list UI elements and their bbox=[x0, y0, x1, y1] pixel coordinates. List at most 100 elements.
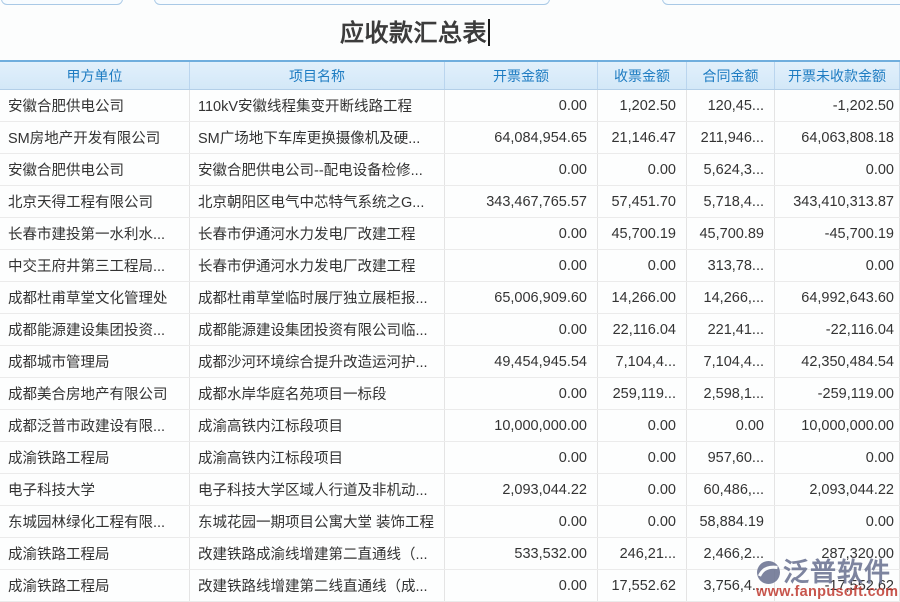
cell-invoiced-amount: 343,467,765.57 bbox=[445, 186, 598, 217]
cell-invoiced-amount: 64,084,954.65 bbox=[445, 122, 598, 153]
table-row[interactable]: 成都杜甫草堂文化管理处成都杜甫草堂临时展厅独立展柜报...65,006,909.… bbox=[0, 282, 900, 314]
cell-invoiced-amount: 49,454,945.54 bbox=[445, 346, 598, 377]
cell-project-name: 东城花园一期项目公寓大堂 装饰工程 bbox=[190, 506, 445, 537]
table-row[interactable]: 北京天得工程有限公司北京朝阳区电气中芯特气系统之G...343,467,765.… bbox=[0, 186, 900, 218]
cell-invoiced-unpaid-amount: 0.00 bbox=[775, 442, 900, 473]
cell-contract-amount: 5,718,4... bbox=[687, 186, 775, 217]
cell-receipt-amount: 1,202.50 bbox=[598, 90, 687, 121]
column-header-contract-amount[interactable]: 合同金额 bbox=[687, 62, 775, 89]
table-row[interactable]: 成渝铁路工程局改建铁路成渝线增建第二直通线（...533,532.00246,2… bbox=[0, 538, 900, 570]
cell-invoiced-amount: 0.00 bbox=[445, 314, 598, 345]
cell-receipt-amount: 14,266.00 bbox=[598, 282, 687, 313]
cell-invoiced-unpaid-amount: -1,202.50 bbox=[775, 90, 900, 121]
cell-project-name: 改建铁路成渝线增建第二直通线（... bbox=[190, 538, 445, 569]
cell-receipt-amount: 0.00 bbox=[598, 506, 687, 537]
cell-party-a: 长春市建投第一水利水... bbox=[0, 218, 190, 249]
column-header-project-name[interactable]: 项目名称 bbox=[190, 62, 445, 89]
table-row[interactable]: 中交王府井第三工程局...长春市伊通河水力发电厂改建工程0.000.00313,… bbox=[0, 250, 900, 282]
cell-project-name: 成都能源建设集团投资有限公司临... bbox=[190, 314, 445, 345]
cell-receipt-amount: 0.00 bbox=[598, 410, 687, 441]
cell-contract-amount: 2,466,2... bbox=[687, 538, 775, 569]
cell-project-name: 成渝高铁内江标段项目 bbox=[190, 410, 445, 441]
cell-receipt-amount: 0.00 bbox=[598, 442, 687, 473]
cell-invoiced-amount: 0.00 bbox=[445, 154, 598, 185]
cell-contract-amount: 14,266,... bbox=[687, 282, 775, 313]
cell-project-name: 成都杜甫草堂临时展厅独立展柜报... bbox=[190, 282, 445, 313]
cell-invoiced-amount: 0.00 bbox=[445, 250, 598, 281]
column-header-invoiced-unpaid-amount[interactable]: 开票未收款金额 bbox=[775, 62, 900, 89]
cell-invoiced-unpaid-amount: 0.00 bbox=[775, 250, 900, 281]
cell-project-name: 改建铁路线增建第二线直通线（成... bbox=[190, 570, 445, 601]
cell-contract-amount: 120,45... bbox=[687, 90, 775, 121]
cell-invoiced-amount: 0.00 bbox=[445, 570, 598, 601]
table-row[interactable]: 成都城市管理局成都沙河环境综合提升改造运河护...49,454,945.547,… bbox=[0, 346, 900, 378]
cell-invoiced-amount: 0.00 bbox=[445, 378, 598, 409]
cell-project-name: 安徽合肥供电公司--配电设备检修... bbox=[190, 154, 445, 185]
table-row[interactable]: 成渝铁路工程局改建铁路线增建第二线直通线（成...0.0017,552.623,… bbox=[0, 570, 900, 602]
table-row[interactable]: 成都美合房地产有限公司成都水岸华庭名苑项目一标段0.00259,119...2,… bbox=[0, 378, 900, 410]
cell-receipt-amount: 21,146.47 bbox=[598, 122, 687, 153]
cell-contract-amount: 0.00 bbox=[687, 410, 775, 441]
cell-party-a: 成都泛普市政建设有限... bbox=[0, 410, 190, 441]
cell-project-name: 长春市伊通河水力发电厂改建工程 bbox=[190, 250, 445, 281]
cell-invoiced-unpaid-amount: 42,350,484.54 bbox=[775, 346, 900, 377]
cell-contract-amount: 2,598,1... bbox=[687, 378, 775, 409]
text-caret bbox=[488, 19, 490, 46]
table-row[interactable]: SM房地产开发有限公司SM广场地下车库更换摄像机及硬...64,084,954.… bbox=[0, 122, 900, 154]
cell-receipt-amount: 57,451.70 bbox=[598, 186, 687, 217]
cell-contract-amount: 3,756,4... bbox=[687, 570, 775, 601]
cell-party-a: 中交王府井第三工程局... bbox=[0, 250, 190, 281]
cell-contract-amount: 58,884.19 bbox=[687, 506, 775, 537]
cell-invoiced-unpaid-amount: -17,552.62 bbox=[775, 570, 900, 601]
cell-party-a: 电子科技大学 bbox=[0, 474, 190, 505]
cell-contract-amount: 221,41... bbox=[687, 314, 775, 345]
table-body: 安徽合肥供电公司110kV安徽线程集变开断线路工程0.001,202.50120… bbox=[0, 90, 900, 602]
cell-party-a: 成都美合房地产有限公司 bbox=[0, 378, 190, 409]
cell-invoiced-unpaid-amount: 2,093,044.22 bbox=[775, 474, 900, 505]
cell-invoiced-unpaid-amount: 287,320.00 bbox=[775, 538, 900, 569]
cell-invoiced-unpaid-amount: 64,992,643.60 bbox=[775, 282, 900, 313]
column-header-invoiced-amount[interactable]: 开票金额 bbox=[445, 62, 598, 89]
cell-receipt-amount: 22,116.04 bbox=[598, 314, 687, 345]
table-row[interactable]: 安徽合肥供电公司安徽合肥供电公司--配电设备检修...0.000.005,624… bbox=[0, 154, 900, 186]
column-header-party-a[interactable]: 甲方单位 bbox=[0, 62, 190, 89]
column-header-receipt-amount[interactable]: 收票金额 bbox=[598, 62, 687, 89]
cell-invoiced-unpaid-amount: 10,000,000.00 bbox=[775, 410, 900, 441]
cell-party-a: 成都杜甫草堂文化管理处 bbox=[0, 282, 190, 313]
cell-party-a: 成渝铁路工程局 bbox=[0, 442, 190, 473]
cell-party-a: 成都城市管理局 bbox=[0, 346, 190, 377]
cell-invoiced-unpaid-amount: 343,410,313.87 bbox=[775, 186, 900, 217]
table-row[interactable]: 长春市建投第一水利水...长春市伊通河水力发电厂改建工程0.0045,700.1… bbox=[0, 218, 900, 250]
cell-contract-amount: 957,60... bbox=[687, 442, 775, 473]
cell-contract-amount: 313,78... bbox=[687, 250, 775, 281]
table-row[interactable]: 成都能源建设集团投资...成都能源建设集团投资有限公司临...0.0022,11… bbox=[0, 314, 900, 346]
cell-receipt-amount: 0.00 bbox=[598, 474, 687, 505]
cell-invoiced-amount: 10,000,000.00 bbox=[445, 410, 598, 441]
cell-party-a: 安徽合肥供电公司 bbox=[0, 90, 190, 121]
cell-contract-amount: 45,700.89 bbox=[687, 218, 775, 249]
cell-party-a: SM房地产开发有限公司 bbox=[0, 122, 190, 153]
cell-party-a: 东城园林绿化工程有限... bbox=[0, 506, 190, 537]
cell-project-name: 电子科技大学区域人行道及非机动... bbox=[190, 474, 445, 505]
cell-invoiced-unpaid-amount: -259,119.00 bbox=[775, 378, 900, 409]
table-row[interactable]: 成渝铁路工程局成渝高铁内江标段项目0.000.00957,60...0.00 bbox=[0, 442, 900, 474]
cell-party-a: 成渝铁路工程局 bbox=[0, 570, 190, 601]
cell-project-name: 成渝高铁内江标段项目 bbox=[190, 442, 445, 473]
table-row[interactable]: 成都泛普市政建设有限...成渝高铁内江标段项目10,000,000.000.00… bbox=[0, 410, 900, 442]
cell-party-a: 北京天得工程有限公司 bbox=[0, 186, 190, 217]
cell-receipt-amount: 7,104,4... bbox=[598, 346, 687, 377]
table-row[interactable]: 安徽合肥供电公司110kV安徽线程集变开断线路工程0.001,202.50120… bbox=[0, 90, 900, 122]
table-row[interactable]: 东城园林绿化工程有限...东城花园一期项目公寓大堂 装饰工程0.000.0058… bbox=[0, 506, 900, 538]
cell-invoiced-amount: 2,093,044.22 bbox=[445, 474, 598, 505]
cell-receipt-amount: 0.00 bbox=[598, 250, 687, 281]
cell-project-name: 长春市伊通河水力发电厂改建工程 bbox=[190, 218, 445, 249]
cell-contract-amount: 211,946... bbox=[687, 122, 775, 153]
table-row[interactable]: 电子科技大学电子科技大学区域人行道及非机动...2,093,044.220.00… bbox=[0, 474, 900, 506]
cell-project-name: 北京朝阳区电气中芯特气系统之G... bbox=[190, 186, 445, 217]
report-title-input[interactable]: 应收款汇总表 bbox=[340, 20, 487, 47]
cell-invoiced-amount: 65,006,909.60 bbox=[445, 282, 598, 313]
cell-project-name: 成都水岸华庭名苑项目一标段 bbox=[190, 378, 445, 409]
cell-invoiced-unpaid-amount: -45,700.19 bbox=[775, 218, 900, 249]
cell-party-a: 成渝铁路工程局 bbox=[0, 538, 190, 569]
cell-party-a: 安徽合肥供电公司 bbox=[0, 154, 190, 185]
